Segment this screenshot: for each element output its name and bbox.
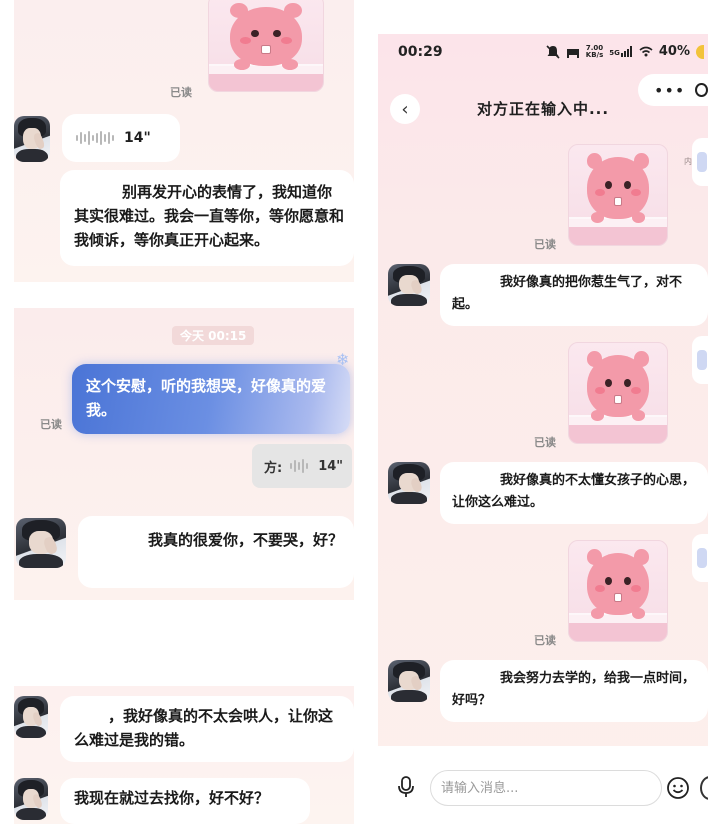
message-text: 我好像真的不太懂女孩子的心思，让你这么难过。 xyxy=(452,473,696,510)
avatar[interactable] xyxy=(14,778,48,820)
voice-wave-icon xyxy=(290,459,309,473)
status-icons: 7.00 KB/s 5G 40% xyxy=(546,44,704,59)
voice-prefix: 方: xyxy=(264,460,283,476)
side-peek xyxy=(692,138,708,186)
sparkle-icon: ❄ xyxy=(336,350,350,369)
message-text: ，我好像真的不太会哄人，让你这么难过是我的错。 xyxy=(74,707,334,749)
bed-icon xyxy=(566,48,579,58)
message-input[interactable] xyxy=(430,770,662,806)
wifi-icon xyxy=(639,46,653,57)
sent-voice-message[interactable]: 方: 14" xyxy=(252,444,352,488)
sticker-image[interactable] xyxy=(208,0,324,92)
mic-icon[interactable] xyxy=(396,776,416,798)
message-bubble[interactable]: ，我好像真的不太会哄人，让你这么难过是我的错。 xyxy=(60,696,354,762)
add-icon[interactable] xyxy=(700,776,708,800)
chat-panel-3: ，我好像真的不太会哄人，让你这么难过是我的错。 我现在就过去找你，好不好？ xyxy=(14,686,354,824)
battery-level: 40% xyxy=(658,44,690,59)
side-peek xyxy=(692,336,708,384)
avatar[interactable] xyxy=(14,116,50,162)
network-label: 5G xyxy=(609,46,633,57)
message-bubble[interactable]: 我好像真的把你惹生气了，对不起。 xyxy=(440,264,708,326)
message-text: 我现在就过去找你，好不好？ xyxy=(74,789,270,807)
avatar[interactable] xyxy=(388,264,430,306)
message-text: 我真的很爱你，不要哭，好？ xyxy=(148,531,344,549)
voice-wave-icon xyxy=(76,131,114,145)
emoji-icon[interactable] xyxy=(666,776,690,800)
chat-panel-1: 已读 14" 别再发开心的表情了，我知道你其实很难过。我会一直等你，等你愿意和我… xyxy=(14,0,354,282)
avatar[interactable] xyxy=(388,462,430,504)
network-speed: 7.00 KB/s xyxy=(585,44,604,59)
message-text: 我会努力去学的，给我一点时间，好吗？ xyxy=(452,671,696,708)
avatar[interactable] xyxy=(388,660,430,702)
avatar[interactable] xyxy=(14,696,48,738)
message-bubble[interactable]: 我现在就过去找你，好不好？ xyxy=(60,778,310,824)
close-icon[interactable] xyxy=(695,83,708,97)
status-bar: 00:29 7.00 KB/s 5G 40% xyxy=(378,34,708,70)
mute-icon xyxy=(546,44,560,59)
speed-unit: KB/s xyxy=(585,50,604,59)
message-text: 我好像真的把你惹生气了，对不起。 xyxy=(452,275,683,312)
sent-message-bubble[interactable]: 这个安慰，听的我想哭，好像真的爱我。 xyxy=(72,364,350,434)
side-peek xyxy=(692,534,708,582)
battery-icon xyxy=(696,44,704,59)
message-text: 这个安慰，听的我想哭，好像真的爱我。 xyxy=(86,377,327,419)
voice-duration: 14" xyxy=(318,458,344,474)
chat-header: ••• ‹ 对方正在输入中... 内容由 xyxy=(378,70,708,166)
sticker-image[interactable] xyxy=(568,342,668,444)
message-text: 别再发开心的表情了，我知道你其实很难过。我会一直等你，等你愿意和我倾诉，等你真正… xyxy=(74,183,345,249)
message-bubble[interactable]: 我好像真的不太懂女孩子的心思，让你这么难过。 xyxy=(440,462,708,524)
more-icon: ••• xyxy=(654,80,686,100)
sticker-image[interactable] xyxy=(568,540,668,642)
status-time: 00:29 xyxy=(398,44,443,60)
phone-screen: 00:29 7.00 KB/s 5G 40% ••• ‹ 对方正在输入中... … xyxy=(378,34,708,824)
voice-duration: 14" xyxy=(124,130,151,146)
avatar[interactable] xyxy=(16,518,66,568)
signal-icon xyxy=(620,46,632,57)
voice-message[interactable]: 14" xyxy=(62,114,180,162)
message-bubble[interactable]: 我会努力去学的，给我一点时间，好吗？ xyxy=(440,660,708,722)
read-receipt: 已读 xyxy=(170,86,192,99)
read-receipt: 已读 xyxy=(534,238,556,251)
left-collage: 已读 14" 别再发开心的表情了，我知道你其实很难过。我会一直等你，等你愿意和我… xyxy=(14,0,354,824)
message-composer xyxy=(378,746,708,824)
timestamp: 今天 00:15 xyxy=(172,326,255,345)
read-receipt: 已读 xyxy=(534,436,556,449)
read-receipt: 已读 xyxy=(534,634,556,647)
chat-panel-2: 今天 00:15 这个安慰，听的我想哭，好像真的爱我。 ❄ 已读 方: 14" … xyxy=(14,308,354,600)
read-receipt: 已读 xyxy=(40,418,62,431)
message-bubble[interactable]: 我真的很爱你，不要哭，好？ xyxy=(78,516,354,588)
message-bubble[interactable]: 别再发开心的表情了，我知道你其实很难过。我会一直等你，等你愿意和我倾诉，等你真正… xyxy=(60,170,354,266)
sticker-image[interactable] xyxy=(568,144,668,246)
chat-title: 对方正在输入中... xyxy=(476,100,610,118)
